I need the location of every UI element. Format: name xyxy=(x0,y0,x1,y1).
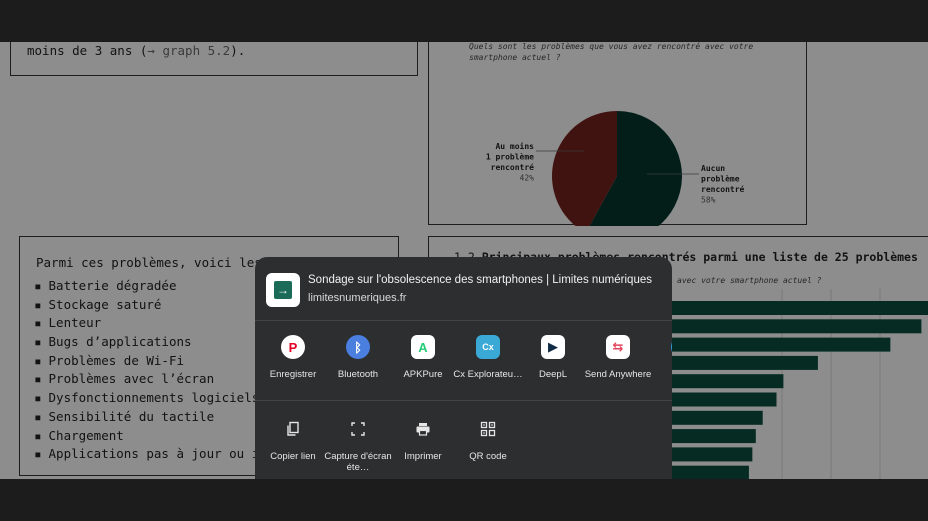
navigation-bar-bottom xyxy=(0,479,928,521)
deepl-icon: ▶ xyxy=(541,335,565,359)
share-action-label: Copier lien xyxy=(270,451,316,462)
qr-code-icon xyxy=(476,417,500,441)
cx-explorer-icon: Cx xyxy=(476,335,500,359)
pinterest-icon: P xyxy=(281,335,305,359)
share-app-apkpure[interactable]: A APKPure xyxy=(388,335,458,380)
share-app-send-anywhere[interactable]: ⇆ Send Anywhere xyxy=(583,335,653,380)
copy-icon xyxy=(281,417,305,441)
send-anywhere-icon: ⇆ xyxy=(606,335,630,359)
share-app-label: Send Anywhere xyxy=(584,369,652,380)
site-favicon: → xyxy=(266,273,300,307)
share-app-cx-explorateu[interactable]: Cx Cx Explorateu… xyxy=(453,335,523,380)
share-app-deepl[interactable]: ▶ DeepL xyxy=(518,335,588,380)
share-sheet: → Sondage sur l'obsolescence des smartph… xyxy=(255,257,672,479)
share-app-label: Enregistrer xyxy=(269,369,317,380)
shared-page-url: limitesnumeriques.fr xyxy=(308,292,407,304)
share-app-label: Bluetooth xyxy=(337,369,379,380)
share-app-label: Ajo xyxy=(648,369,672,380)
share-app-label: DeepL xyxy=(539,369,567,380)
screenshot-icon xyxy=(346,417,370,441)
share-app-enregistrer[interactable]: P Enregistrer xyxy=(258,335,328,380)
shared-page-title: Sondage sur l'obsolescence des smartphon… xyxy=(308,274,652,286)
share-app-label: APKPure xyxy=(403,369,443,380)
bluetooth-icon: ᛒ xyxy=(346,335,370,359)
status-bar-top xyxy=(0,0,928,42)
arrow-right-icon: → xyxy=(274,281,292,299)
apkpure-icon: A xyxy=(411,335,435,359)
share-action-label: Capture d'écran éte… xyxy=(324,451,392,473)
share-action-screenshot[interactable]: Capture d'écran éte… xyxy=(323,417,393,473)
share-action-print[interactable]: Imprimer xyxy=(388,417,458,462)
print-icon xyxy=(411,417,435,441)
share-action-label: Imprimer xyxy=(404,451,442,462)
share-action-copy[interactable]: Copier lien xyxy=(258,417,328,462)
share-action-label: QR code xyxy=(469,451,507,462)
share-app-label: Cx Explorateu… xyxy=(453,369,523,380)
share-action-qr-code[interactable]: QR code xyxy=(453,417,523,462)
share-app-bluetooth[interactable]: ᛒ Bluetooth xyxy=(323,335,393,380)
add-icon xyxy=(671,335,672,359)
share-app-ajo[interactable]: Ajo xyxy=(648,335,672,380)
divider xyxy=(255,400,672,401)
divider xyxy=(255,320,672,321)
